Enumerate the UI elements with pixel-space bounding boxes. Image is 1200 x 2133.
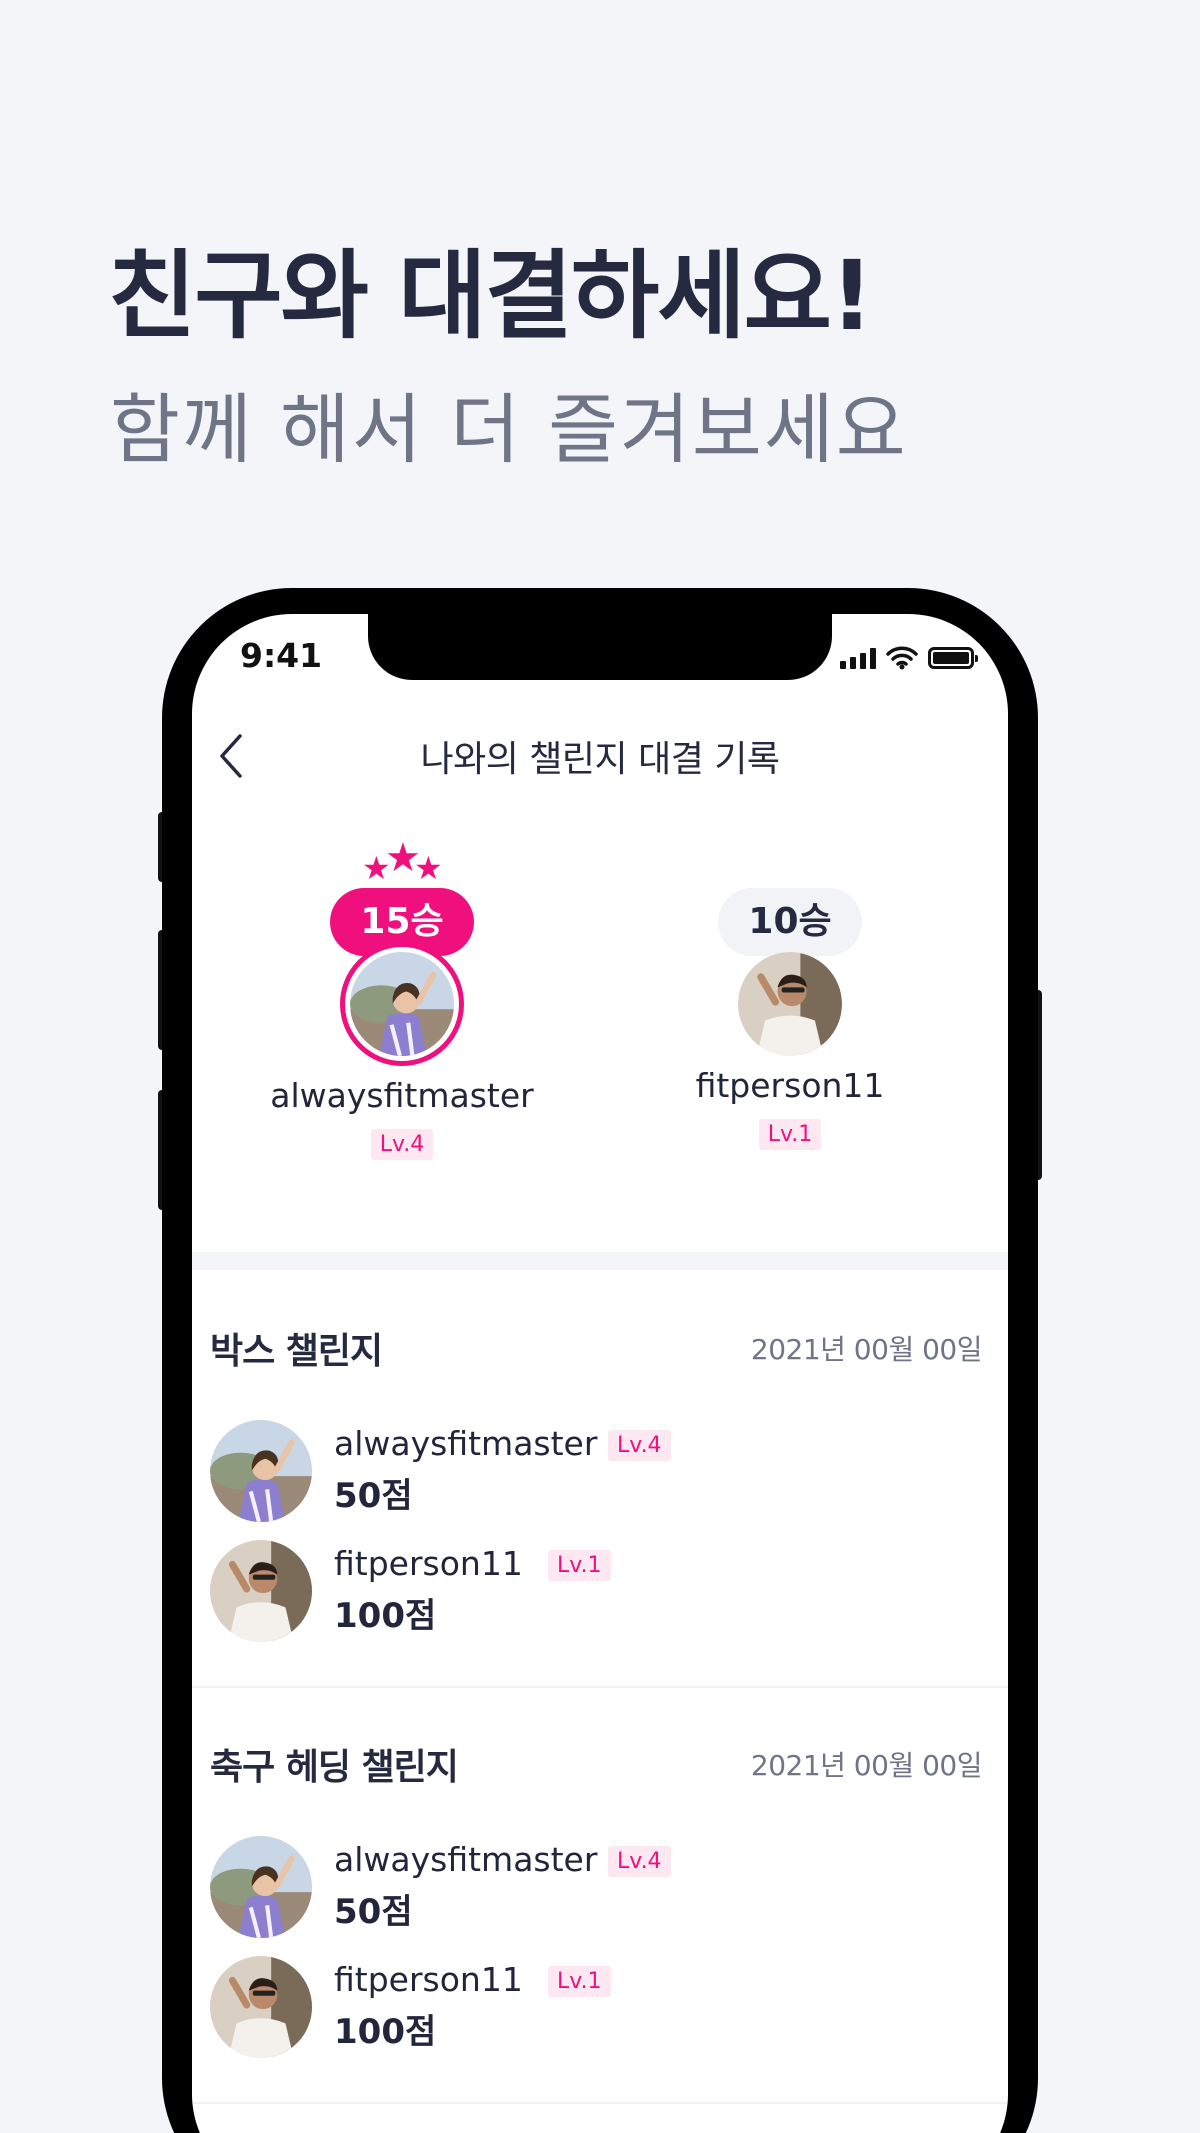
leader-player[interactable]: ★ ★ ★ 15승 alwaysfitmaster Lv.4	[222, 838, 582, 1160]
challenge-date: 2021년 00월 00일	[750, 1749, 983, 1782]
section-divider	[192, 1252, 1008, 1270]
phone-notch	[368, 614, 832, 680]
challenge-entry: alwaysfitmaster Lv.4 50점	[210, 1420, 910, 1524]
entry-score: 100점	[334, 2012, 437, 2052]
entry-level-badge: Lv.1	[548, 1550, 611, 1581]
promo-subtitle: 함께 해서 더 즐겨보세요	[110, 385, 908, 474]
challenge-card[interactable]: 박스 챌린지 2021년 00월 00일 alwaysfitmaster Lv.…	[192, 1322, 1008, 1642]
opponent-win-count: 10승	[718, 888, 862, 956]
wifi-icon	[886, 646, 918, 670]
entry-name: alwaysfitmaster	[334, 1424, 598, 1463]
entry-avatar	[210, 1836, 312, 1938]
entry-level-badge: Lv.4	[608, 1430, 671, 1461]
opponent-level-badge: Lv.1	[758, 1119, 822, 1150]
challenge-entry: alwaysfitmaster Lv.4 50점	[210, 1836, 910, 1940]
challenge-entry: fitperson11 Lv.1 100점	[210, 1540, 910, 1644]
challenge-title: 박스 챌린지	[210, 1331, 383, 1372]
leader-level-badge: Lv.4	[370, 1129, 434, 1160]
entry-level-badge: Lv.1	[548, 1966, 611, 1997]
opponent-avatar	[738, 952, 842, 1056]
win-stars: ★ ★ ★	[222, 838, 582, 887]
entry-avatar	[210, 1540, 312, 1642]
challenge-date: 2021년 00월 00일	[750, 1333, 983, 1366]
status-time: 9:41	[240, 636, 323, 675]
entry-name: alwaysfitmaster	[334, 1840, 598, 1879]
cellular-signal-icon	[840, 647, 876, 669]
star-icon: ★	[414, 849, 443, 887]
entry-score: 50점	[334, 1892, 413, 1932]
leader-name: alwaysfitmaster	[270, 1076, 534, 1115]
challenge-card[interactable]: 축구 헤딩 챌린지 2021년 00월 00일 alwaysfitmaster …	[192, 1738, 1008, 2058]
avatar-photo	[350, 952, 454, 1056]
entry-name: fitperson11	[334, 1544, 523, 1583]
entry-avatar	[210, 1956, 312, 2058]
phone-screen: 9:41 나와의 챌린지 대결 기록 ★ ★ ★ 15승 alwaysfitma…	[192, 614, 1008, 2133]
opponent-name: fitperson11	[695, 1066, 885, 1105]
card-separator	[192, 2102, 1008, 2104]
card-separator	[192, 1686, 1008, 1688]
entry-name: fitperson11	[334, 1960, 523, 1999]
status-icons	[840, 646, 978, 670]
promo-title: 친구와 대결하세요!	[108, 240, 874, 352]
entry-level-badge: Lv.4	[608, 1846, 671, 1877]
entry-score: 50점	[334, 1476, 413, 1516]
page-title: 나와의 챌린지 대결 기록	[420, 739, 780, 780]
battery-icon	[928, 647, 978, 669]
challenge-title: 축구 헤딩 챌린지	[210, 1747, 459, 1788]
leader-avatar	[340, 942, 464, 1066]
entry-score: 100점	[334, 1596, 437, 1636]
opponent-player[interactable]: 10승 fitperson11 Lv.1	[610, 840, 970, 1150]
entry-avatar	[210, 1420, 312, 1522]
avatar-photo	[738, 952, 842, 1056]
challenge-entry: fitperson11 Lv.1 100점	[210, 1956, 910, 2060]
